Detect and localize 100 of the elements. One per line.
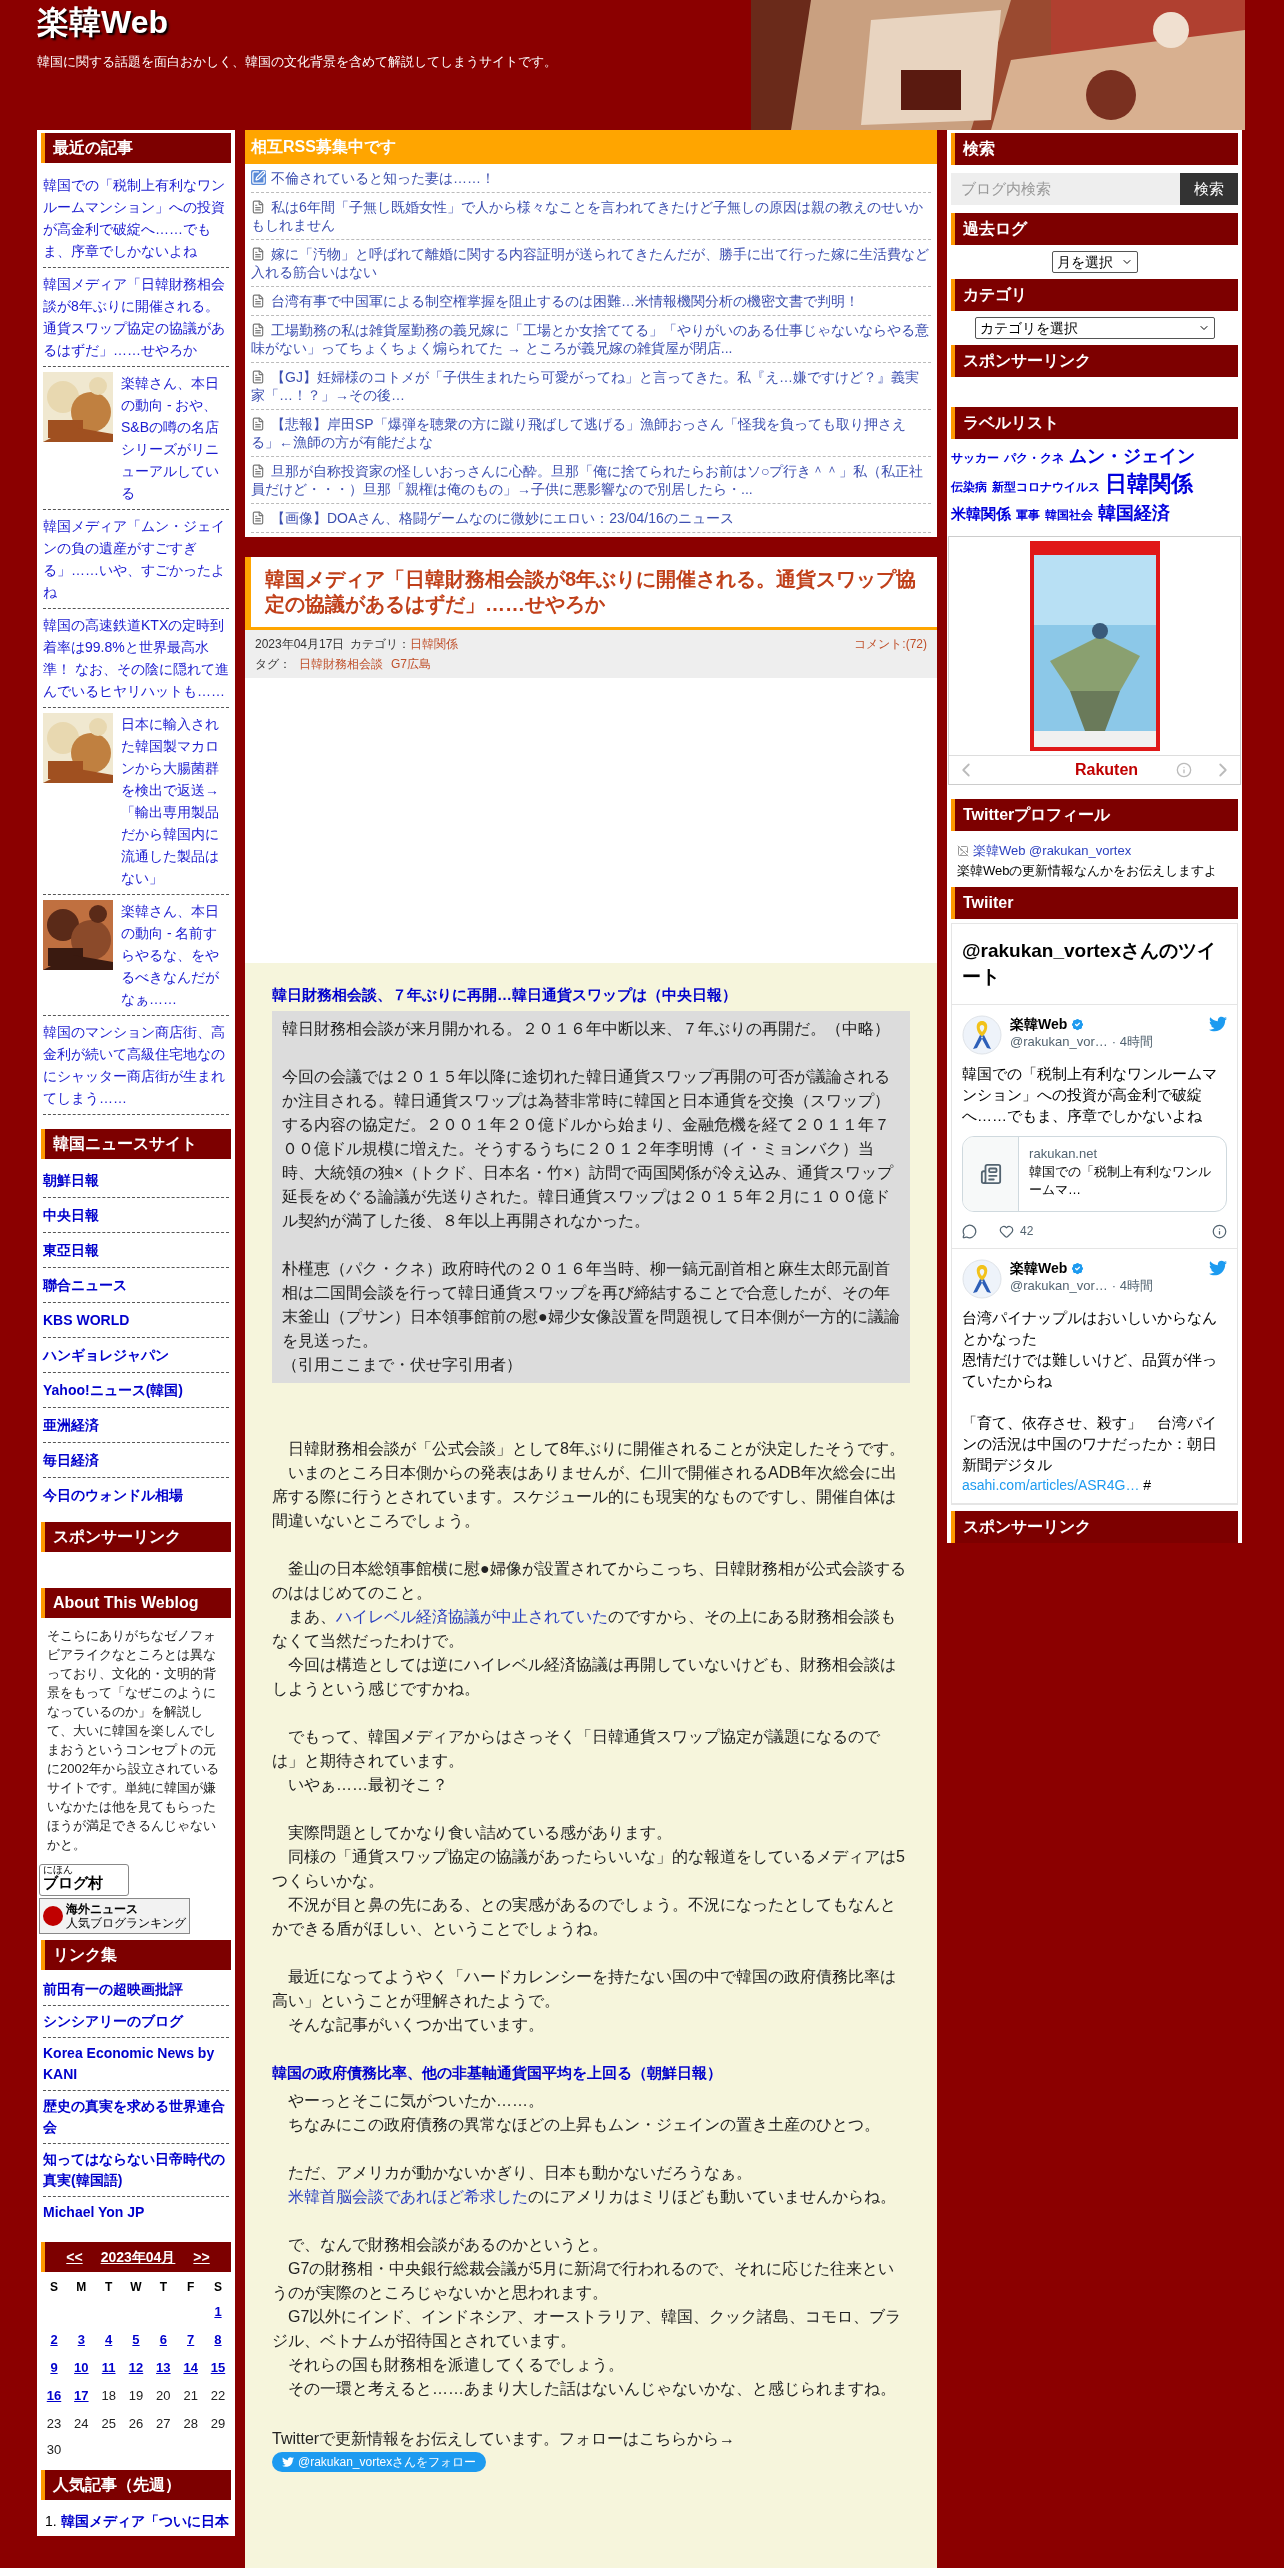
news-site-link[interactable]: 聯合ニュース [43,1274,127,1296]
link-card[interactable]: rakukan.net 韓国での「税制上有利なワンルームマ… [962,1136,1227,1212]
rss-article-link[interactable]: 嫁に「汚物」と呼ばれて離婚に関する内容証明が送られてきたんだが、勝手に出て行った嫁に生活費など入れる筋合いはない [251,245,931,281]
rss-article-link[interactable]: 私は6年間「子無し既婚女性」で人から様々なことを言われてきたけど子無しの原因は親の教えのせいかもしれません [251,198,931,234]
calendar-day-link[interactable]: 17 [68,2385,95,2407]
calendar-day-link[interactable]: 14 [177,2357,204,2379]
link-list-item[interactable]: 前田有一の超映画批評 [43,1979,229,2000]
month-select[interactable]: 月を選択 [1051,251,1138,273]
label-tag-link[interactable]: 伝染病 [951,474,987,500]
calendar-day-link[interactable]: 4 [95,2329,122,2351]
news-site-link[interactable]: 毎日経済 [43,1449,99,1471]
info-icon[interactable] [1212,1223,1227,1239]
calendar-month[interactable]: 2023年04月 [100,2246,176,2268]
like-icon[interactable] [999,1223,1014,1239]
label-tag-link[interactable]: 韓国社会 [1045,502,1093,528]
news-site-link[interactable]: 中央日報 [43,1204,99,1226]
recent-article-link[interactable]: 韓国メディア「日韓財務相会談が8年ぶりに開催される。通貨スワップ協定の協議があるはずだ」……せやろか [43,273,229,361]
tweet-time[interactable]: · 4時間 [1111,1277,1153,1295]
tag-link[interactable]: 日韓財務相会談 [299,654,383,674]
calendar-day-link[interactable]: 5 [123,2329,149,2351]
label-tag-link[interactable]: パク・クネ [1004,445,1064,471]
calendar-day: 23 [41,2413,67,2435]
section-heading: スポンサーリンク [951,1511,1238,1543]
news-site-link[interactable]: 朝鮮日報 [43,1169,99,1191]
inline-link[interactable]: 米韓首脳会談であれほど希求した [288,2188,528,2205]
recent-article-link[interactable]: 楽韓さん、本日の動向 - 名前すらやるな、をやるべきなんだがなぁ…… [121,900,229,1010]
calendar-day-link[interactable]: 7 [177,2329,204,2351]
label-tag-link[interactable]: 新型コロナウイルス [992,474,1100,500]
news-site-link[interactable]: KBS WORLD [43,1309,130,1331]
source-article-link[interactable]: 韓国の政府債務比率、他の非基軸通貨国平均を上回る（朝鮮日報） [272,2061,722,2085]
link-list-item[interactable]: 歴史の真実を求める世界連合会 [43,2096,229,2138]
news-site-link[interactable]: 東亞日報 [43,1239,99,1261]
recent-article-link[interactable]: 韓国メディア「ムン・ジェインの負の遺産がすごすぎる」……いや、すごかったよね [43,515,229,603]
next-month-link[interactable]: >> [193,2246,210,2268]
profile-link[interactable]: 楽韓Web @rakukan_vortex [973,841,1132,861]
calendar-day-link[interactable]: 16 [41,2385,67,2407]
inline-link[interactable]: ハイレベル経済協議が中止されていた [336,1608,608,1625]
author-name[interactable]: 楽韓Web [1010,1259,1068,1277]
comments-link[interactable]: コメント:(72) [854,634,927,654]
news-site-link[interactable]: Yahoo!ニュース(韓国) [43,1379,183,1401]
rss-article-link[interactable]: 旦那が自称投資家の怪しいおっさんに心酔。旦那「俺に捨てられたらお前はソ○プ行き＾＾」私（私正社員だけど・・・）旦那「親権は俺のもの」→子供に悪影響なので別居したら・... [251,462,931,498]
popular-article-link[interactable]: 韓国メディア「ついに日本 [60,2510,229,2532]
site-title[interactable]: 楽韓Web [37,2,168,42]
calendar-day-link[interactable]: 11 [95,2357,122,2379]
news-site-link[interactable]: 亜洲経済 [43,1414,99,1436]
ribbon-avatar [962,1015,1002,1055]
calendar-day-link[interactable]: 2 [41,2329,67,2351]
recent-article-link[interactable]: 韓国のマンション商店街、高金利が続いて高級住宅地なのにシャッター商店街が生まれてしまう…… [43,1021,229,1109]
calendar-day-link[interactable]: 6 [150,2329,177,2351]
rss-article-link[interactable]: 不倫されていると知った妻は……！ [251,169,931,187]
calendar-day-link[interactable]: 10 [68,2357,95,2379]
link-list-item[interactable]: Michael Yon JP [43,2202,229,2223]
label-tag-link[interactable]: 軍事 [1016,502,1040,528]
tweet-time[interactable]: · 4時間 [1111,1033,1153,1051]
news-site-link[interactable]: 今日のウォンドル相場 [43,1484,183,1506]
recent-article-link[interactable]: 楽韓さん、本日の動向 - おや、S&Bの噂の名店シリーズがリニューアルしている [121,372,229,504]
recent-article-link[interactable]: 韓国での「税制上有利なワンルームマンション」への投資が高金利で破綻へ……でもま、序章でしかないよね [43,174,229,262]
site-tagline: 韓国に関する話題を面白おかしく、韓国の文化背景を含めて解説してしまうサイトです。 [37,53,557,71]
link-list-item[interactable]: シンシアリーのブログ [43,2011,229,2032]
calendar-day-link[interactable]: 15 [204,2357,231,2379]
news-site-link[interactable]: ハンギョレジャパン [43,1344,169,1366]
rss-article-link[interactable]: 【GJ】妊婦様のコトメが「子供生まれたら可愛がってね」と言ってきた。私『え…嫌ですけど？』義実家「…！？」→その後… [251,368,931,404]
search-button[interactable]: 検索 [1180,173,1238,205]
rss-article-link[interactable]: 【画像】DOAさん、格闘ゲームなのに微妙にエロい：23/04/16のニュース [251,509,931,527]
document-icon [251,200,265,214]
profile-text: 楽韓Webの更新情報なんかをお伝えしますよ [957,862,1219,880]
quote-text: （引用ここまで・伏せ字引用者） [282,1355,523,1375]
blog-village-banner[interactable]: にほん ブログ村 [39,1864,129,1896]
weekday-label: S [212,2279,223,2296]
calendar-day-link[interactable]: 8 [204,2329,231,2351]
label-tag-link[interactable]: 韓国経済 [1098,500,1170,526]
label-tag-link[interactable]: サッカー [951,445,999,471]
previous-month-link[interactable]: << [66,2246,83,2268]
author-name[interactable]: 楽韓Web [1010,1015,1068,1033]
label-tag-link[interactable]: ムン・ジェイン [1069,443,1195,469]
calendar-day-link[interactable]: 3 [68,2329,95,2351]
blog-ranking-banner[interactable]: 海外ニュース 人気ブログランキング [39,1898,190,1934]
label-tag-link[interactable]: 米韓関係 [951,501,1011,527]
rakuten-logo: Rakuten [1074,760,1139,780]
calendar-day-link[interactable]: 13 [150,2357,177,2379]
category-select[interactable]: カテゴリを選択 [974,317,1215,339]
tag-link[interactable]: G7広島 [391,654,431,674]
recent-article-link[interactable]: 韓国の高速鉄道KTXの定時到着率は99.8%と世界最高水準！ なお、その陰に隠れて進んでいるヒヤリハットも…… [43,614,229,702]
calendar-day-link[interactable]: 1 [205,2301,231,2323]
rss-article-link[interactable]: 工場勤務の私は雑貨屋勤務の義兄嫁に「工場とか女捨ててる」「やりがいのある仕事じゃないならやる意味がない」ってちょくちょく煽られてた → ところが義兄嫁の雑貨屋が閉店... [251,321,931,357]
rss-article-link[interactable]: 【悲報】岸田SP「爆弾を聴衆の方に蹴り飛ばして逃げる」漁師おっさん「怪我を負っても取り押さえる」←漁師の方が有能だよな [251,415,931,451]
link-list-item[interactable]: 知ってはならない日帝時代の真実(韓国語) [43,2149,229,2191]
article-text: G7以外にインド、インドネシア、オーストラリア、韓国、クック諸島、コモロ、ブラジル、ベトナムが招待国とされています。 [272,2307,903,2351]
rss-article-link[interactable]: 台湾有事で中国軍による制空権掌握を阻止するのは困難…米情報機関分析の機密文書で判明！ [251,292,931,310]
link-list-item[interactable]: Korea Economic News by KANI [43,2043,229,2085]
article-text: まあ、ハイレベル経済協議が中止されていたのですから、その上にある財務相会談もなくて当然だったわけで。 [272,1607,897,1651]
category-link[interactable]: 日韓関係 [410,634,459,654]
article-text: 不況が目と鼻の先にある、との実感があるのでしょう。不況になったとしてもなんとかできる盾がほしい、ということでしょうね。 [272,1895,897,1939]
calendar-day-link[interactable]: 12 [123,2357,149,2379]
label-tag-link[interactable]: 日韓関係 [1105,471,1193,497]
recent-article-link[interactable]: 日本に輸入された韓国製マカロンから大腸菌群を検出で返送→「輸出専用製品だから韓国内に流通した製品はない」 [121,713,229,889]
source-article-link[interactable]: 韓日財務相会談、７年ぶりに再開…韓日通貨スワップは（中央日報） [272,983,737,1007]
reply-icon[interactable] [962,1223,977,1239]
article-text: やーっとそこに気がついたか……。 [287,2091,545,2111]
calendar-day-link[interactable]: 9 [41,2357,67,2379]
